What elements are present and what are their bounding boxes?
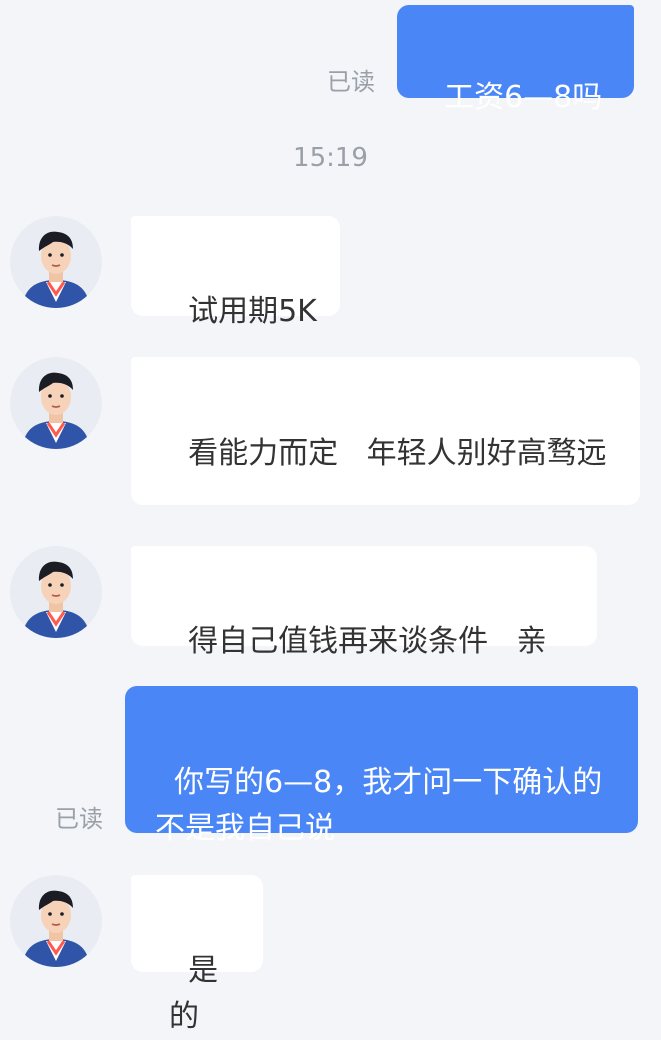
incoming-message[interactable]: 得自己值钱再来谈条件 亲 [131, 546, 597, 659]
message-text: 得自己值钱再来谈条件 亲 [188, 624, 547, 659]
male-avatar-icon [22, 231, 90, 308]
message-text: 你写的6—8，我才问一下确认的 不是我自己说 [155, 765, 612, 846]
timestamp: 15:19 [293, 143, 368, 173]
avatar[interactable] [10, 357, 102, 449]
message-text: 试用期5K [188, 294, 317, 329]
message-text: 是的 [169, 953, 219, 1034]
outgoing-message[interactable]: 工资6—8吗 [397, 5, 634, 115]
male-avatar-icon [22, 561, 90, 638]
incoming-message[interactable]: 试用期5K [131, 216, 340, 329]
outgoing-message[interactable]: 你写的6—8，我才问一下确认的 不是我自己说 [125, 686, 638, 846]
message-text: 看能力而定 年轻人别好高骛远 [188, 436, 607, 471]
avatar[interactable] [10, 875, 102, 967]
read-receipt: 已读 [327, 68, 375, 96]
read-receipt: 已读 [55, 805, 103, 833]
avatar[interactable] [10, 216, 102, 308]
male-avatar-icon [22, 890, 90, 967]
incoming-message[interactable]: 是的 [131, 875, 263, 1034]
male-avatar-icon [22, 372, 90, 449]
avatar[interactable] [10, 546, 102, 638]
incoming-message[interactable]: 看能力而定 年轻人别好高骛远 [131, 357, 640, 505]
message-text: 工资6—8吗 [444, 80, 603, 115]
